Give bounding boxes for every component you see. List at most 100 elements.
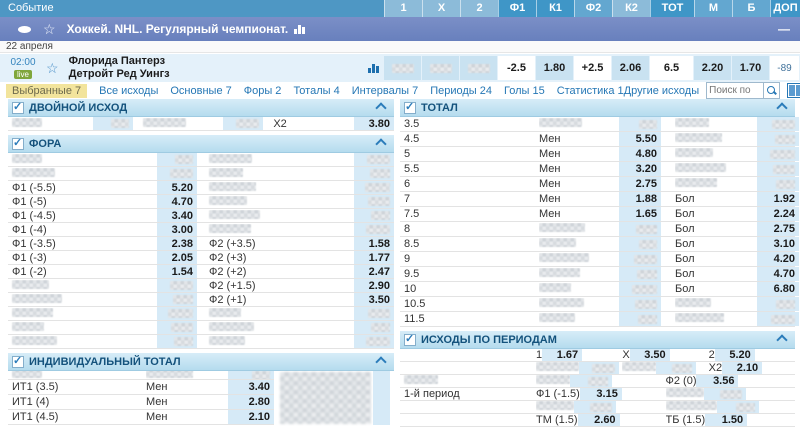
- redacted-odds-cell[interactable]: [757, 132, 799, 146]
- redacted-odds-cell[interactable]: [579, 362, 619, 374]
- match-row[interactable]: 02:00 live ☆ Флорида Пантерз Детройт Ред…: [0, 54, 800, 82]
- odds-cell[interactable]: 1.58: [354, 237, 394, 250]
- odds-cell[interactable]: 3.15: [579, 388, 622, 400]
- column-header-2[interactable]: 2: [460, 0, 498, 17]
- odds-cell[interactable]: 5.50: [619, 132, 661, 146]
- column-header-К1[interactable]: К1: [536, 0, 574, 17]
- redacted-odds-cell[interactable]: [354, 321, 394, 334]
- column-header-Ф2[interactable]: Ф2: [574, 0, 612, 17]
- odds-cell[interactable]: 1.77: [354, 251, 394, 264]
- checkbox-checked-icon[interactable]: [12, 354, 24, 368]
- odds-cell[interactable]: 2.90: [354, 279, 394, 292]
- tab-Основные 7[interactable]: Основные 7: [170, 85, 231, 97]
- redacted-odds-cell[interactable]: [157, 293, 197, 306]
- match-odds-cell[interactable]: 1.70: [732, 56, 769, 80]
- redacted-odds-cell[interactable]: [354, 335, 394, 348]
- odds-cell[interactable]: 2.10: [722, 362, 763, 374]
- redacted-odds-cell[interactable]: [354, 153, 394, 166]
- odds-cell[interactable]: 2.10: [228, 410, 274, 424]
- odds-cell[interactable]: 3.20: [619, 162, 661, 176]
- tab-Периоды 24[interactable]: Периоды 24: [430, 85, 492, 97]
- odds-cell[interactable]: 1.88: [619, 192, 661, 206]
- column-header-ДОП[interactable]: ДОП: [770, 0, 800, 17]
- tab-Тоталы 4[interactable]: Тоталы 4: [293, 85, 339, 97]
- redacted-odds-cell[interactable]: [619, 282, 661, 296]
- redacted-odds-cell[interactable]: [757, 297, 799, 311]
- redacted-odds-cell[interactable]: [757, 162, 799, 176]
- match-odds-cell[interactable]: -89: [770, 56, 799, 80]
- collapse-chevron-icon[interactable]: [375, 355, 387, 368]
- odds-cell[interactable]: 2.75: [757, 222, 799, 236]
- redacted-odds-cell[interactable]: [354, 209, 394, 222]
- odds-cell[interactable]: 2.24: [757, 207, 799, 221]
- odds-cell[interactable]: 3.50: [354, 293, 394, 306]
- redacted-odds-cell[interactable]: [223, 117, 264, 130]
- checkbox-checked-icon[interactable]: [12, 100, 24, 114]
- bar-chart-icon[interactable]: [368, 63, 379, 73]
- match-odds-cell[interactable]: 1.80: [536, 56, 573, 80]
- search-icon[interactable]: [763, 83, 779, 98]
- redacted-odds-cell[interactable]: [619, 237, 661, 251]
- match-odds-cell[interactable]: 2.20: [694, 56, 731, 80]
- other-outcomes-link[interactable]: Другие исходы: [624, 85, 700, 97]
- odds-cell[interactable]: 1.50: [705, 414, 748, 426]
- odds-cell[interactable]: 3.56: [696, 375, 739, 387]
- column-header-X[interactable]: X: [422, 0, 460, 17]
- odds-cell[interactable]: 4.70: [757, 267, 799, 281]
- redacted-odds-cell[interactable]: [354, 167, 394, 180]
- favorite-star-icon[interactable]: ☆: [46, 61, 59, 75]
- redacted-odds-cell[interactable]: [157, 279, 197, 292]
- tab-Форы 2[interactable]: Форы 2: [244, 85, 282, 97]
- redacted-odds-cell[interactable]: [157, 153, 197, 166]
- redacted-odds-cell[interactable]: [570, 375, 612, 387]
- odds-cell[interactable]: 1.54: [157, 265, 197, 278]
- checkbox-checked-icon[interactable]: [12, 136, 24, 150]
- redacted-odds-cell[interactable]: [354, 223, 394, 236]
- column-header-Б[interactable]: Б: [732, 0, 770, 17]
- redacted-odds-cell[interactable]: [757, 147, 799, 161]
- redacted-odds-cell[interactable]: [157, 167, 197, 180]
- redacted-odds-cell[interactable]: [619, 267, 661, 281]
- redacted-odds-cell[interactable]: [92, 117, 133, 130]
- team-names[interactable]: Флорида Пантерз Детройт Ред Уингз: [69, 55, 170, 81]
- checkbox-checked-icon[interactable]: [404, 332, 416, 346]
- odds-cell[interactable]: 5.20: [714, 349, 755, 361]
- redacted-odds-cell[interactable]: [656, 362, 697, 374]
- redacted-odds-cell[interactable]: [354, 195, 394, 208]
- odds-cell[interactable]: 6.80: [757, 282, 799, 296]
- collapse-chevron-icon[interactable]: [776, 333, 788, 346]
- redacted-odds-cell[interactable]: [354, 307, 394, 320]
- redacted-odds-cell[interactable]: [157, 321, 197, 334]
- redacted-odds-cell[interactable]: [757, 177, 799, 191]
- redacted-odds-cell[interactable]: [619, 252, 661, 266]
- collapse-chevron-icon[interactable]: [375, 101, 387, 114]
- odds-cell[interactable]: 2.38: [157, 237, 197, 250]
- odds-cell[interactable]: 1.92: [757, 192, 799, 206]
- two-column-view-icon[interactable]: [787, 83, 800, 98]
- favorite-star-icon[interactable]: ☆: [43, 22, 56, 36]
- odds-cell[interactable]: 3.80: [354, 117, 395, 130]
- tab-Интервалы 7[interactable]: Интервалы 7: [352, 85, 418, 97]
- column-header-Ф1[interactable]: Ф1: [498, 0, 536, 17]
- odds-cell[interactable]: 3.10: [757, 237, 799, 251]
- odds-cell[interactable]: 2.47: [354, 265, 394, 278]
- odds-cell[interactable]: 4.20: [757, 252, 799, 266]
- column-header-1[interactable]: 1: [384, 0, 422, 17]
- odds-cell[interactable]: 4.80: [619, 147, 661, 161]
- column-header-ТОТ[interactable]: ТОТ: [650, 0, 694, 17]
- league-bar[interactable]: ☆ Хоккей. NHL. Регулярный чемпионат. —: [0, 17, 800, 41]
- redacted-odds-cell[interactable]: [157, 307, 197, 320]
- odds-cell[interactable]: 4.70: [157, 195, 197, 208]
- redacted-odds-cell[interactable]: [716, 401, 759, 413]
- odds-cell[interactable]: 2.05: [157, 251, 197, 264]
- odds-cell[interactable]: 1.65: [619, 207, 661, 221]
- odds-cell[interactable]: 1.67: [542, 349, 583, 361]
- collapse-league-button[interactable]: —: [778, 22, 790, 36]
- redacted-match-odds-cell[interactable]: [460, 56, 497, 80]
- redacted-odds-cell[interactable]: [703, 388, 746, 400]
- odds-cell[interactable]: 3.50: [629, 349, 670, 361]
- redacted-match-odds-cell[interactable]: [384, 56, 421, 80]
- redacted-odds-cell[interactable]: [757, 312, 799, 326]
- redacted-odds-cell[interactable]: [228, 371, 274, 379]
- column-header-М[interactable]: М: [694, 0, 732, 17]
